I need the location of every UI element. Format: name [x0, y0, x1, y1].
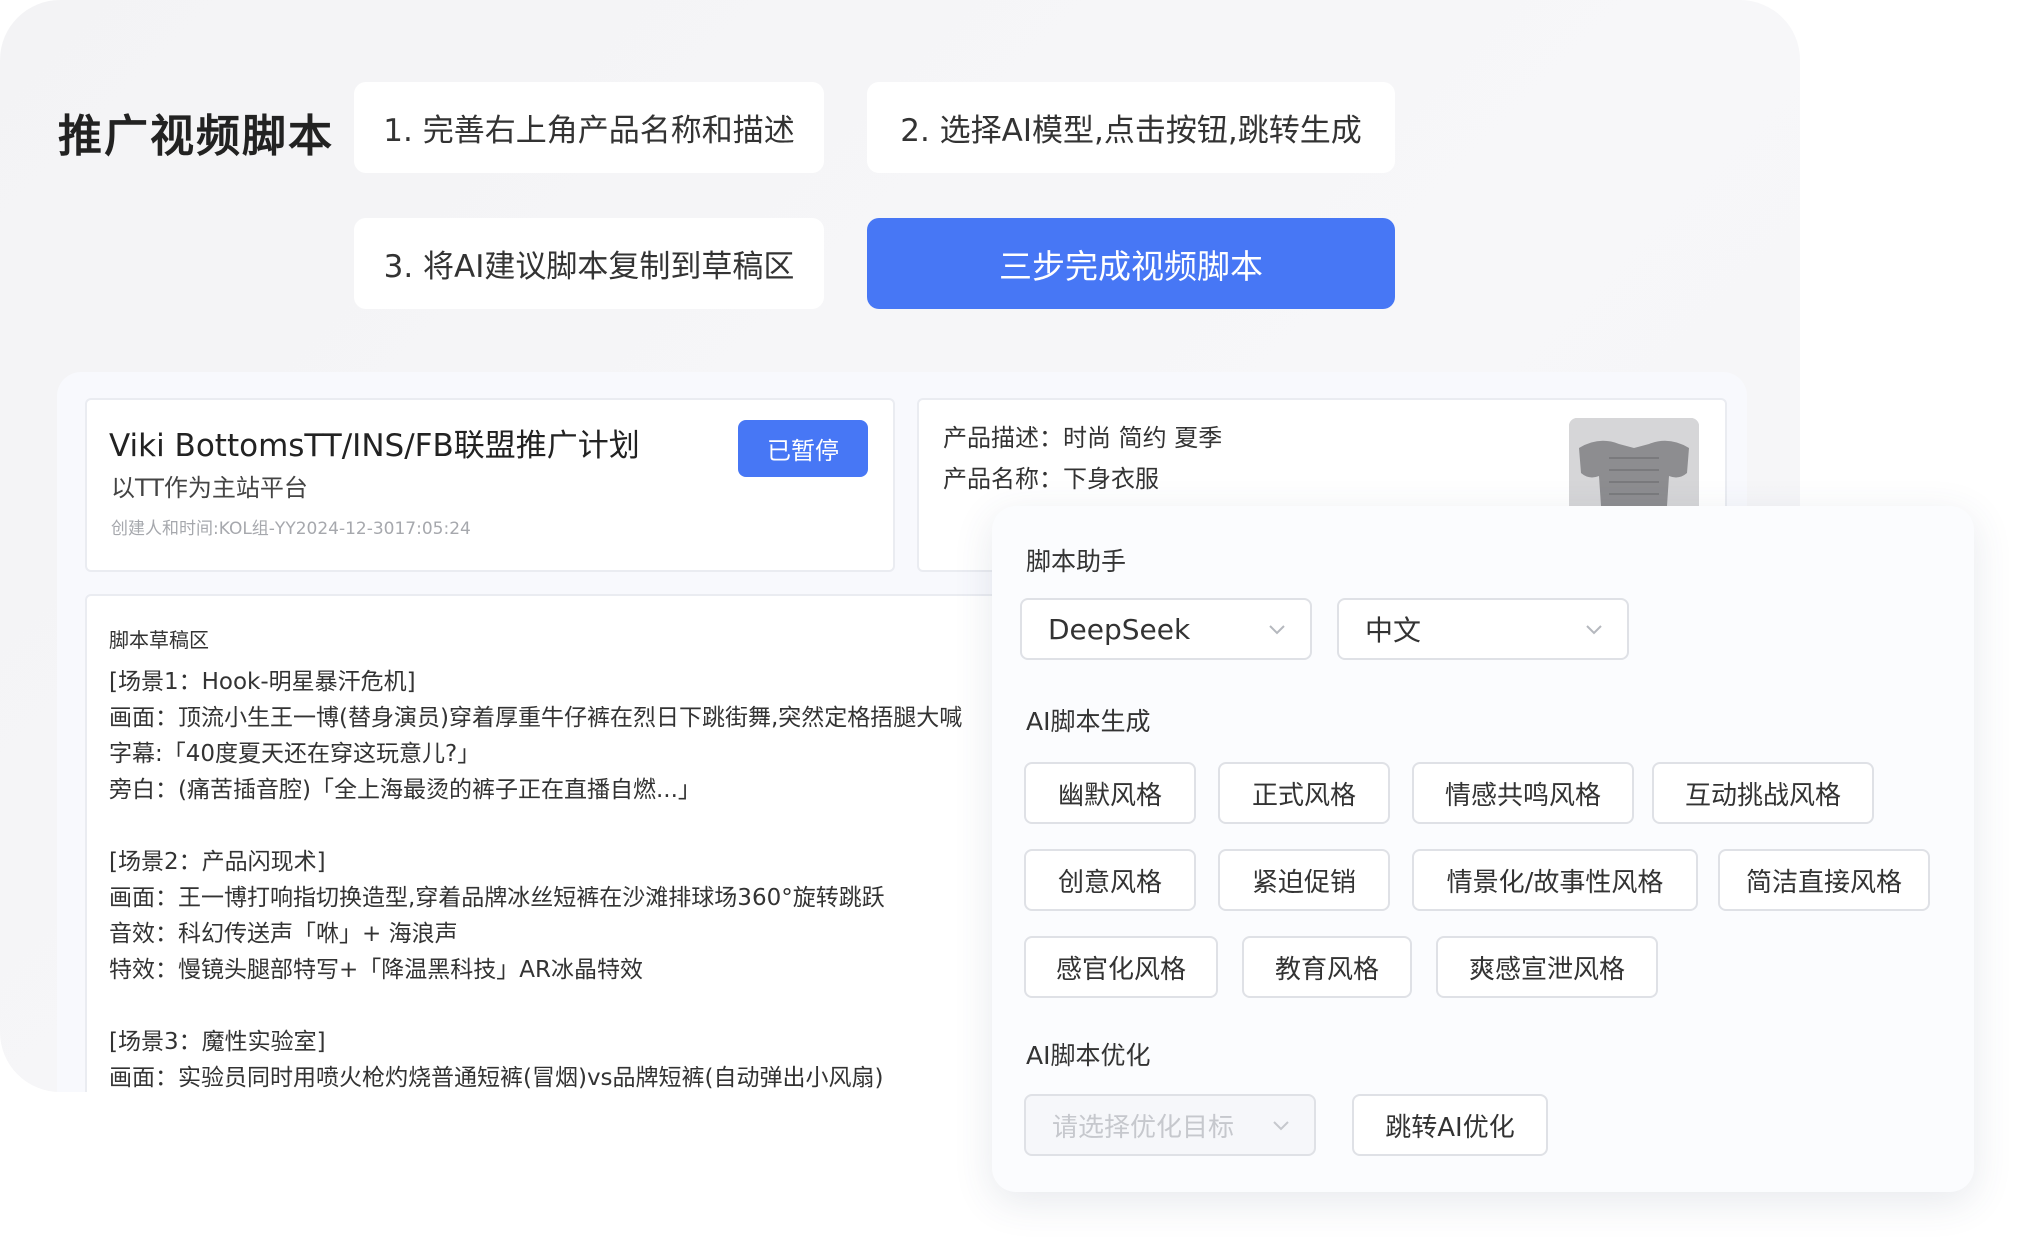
ai-optimize-button[interactable]: 跳转AI优化	[1352, 1094, 1548, 1156]
step-2-card: 2. 选择AI模型,点击按钮,跳转生成	[867, 82, 1395, 173]
style-chip-educational[interactable]: 教育风格	[1242, 936, 1412, 998]
draft-area-label: 脚本草稿区	[109, 628, 209, 652]
style-chip-sensory[interactable]: 感官化风格	[1024, 936, 1218, 998]
step-1-card: 1. 完善右上角产品名称和描述	[354, 82, 824, 173]
style-chip-concise[interactable]: 简洁直接风格	[1718, 849, 1930, 911]
language-select[interactable]: 中文	[1337, 598, 1629, 660]
chevron-down-icon	[1268, 1112, 1294, 1138]
ai-generate-label: AI脚本生成	[1026, 707, 1151, 736]
product-name: 产品名称：下身衣服	[943, 465, 1159, 493]
chevron-down-icon	[1581, 616, 1607, 642]
optimize-target-select[interactable]: 请选择优化目标	[1024, 1094, 1316, 1156]
style-chip-creative[interactable]: 创意风格	[1024, 849, 1196, 911]
chevron-down-icon	[1264, 616, 1290, 642]
plan-title: Viki BottomsTT/INS/FB联盟推广计划	[109, 428, 640, 464]
style-chip-emotional[interactable]: 情感共鸣风格	[1412, 762, 1634, 824]
product-description: 产品描述：时尚 简约 夏季	[943, 424, 1223, 452]
step-3-card: 3. 将AI建议脚本复制到草稿区	[354, 218, 824, 309]
style-chip-urgent-promo[interactable]: 紧迫促销	[1218, 849, 1390, 911]
model-select-value: DeepSeek	[1048, 612, 1191, 646]
optimize-target-placeholder: 请选择优化目标	[1052, 1112, 1235, 1143]
plan-card: Viki BottomsTT/INS/FB联盟推广计划 以TT作为主站平台 创建…	[85, 398, 895, 572]
assistant-title: 脚本助手	[1026, 547, 1127, 576]
ai-optimize-label: AI脚本优化	[1026, 1041, 1151, 1070]
plan-meta: 创建人和时间:KOL组-YY2024-12-3017:05:24	[111, 519, 471, 539]
style-chip-storytelling[interactable]: 情景化/故事性风格	[1412, 849, 1698, 911]
style-chip-cathartic[interactable]: 爽感宣泄风格	[1436, 936, 1658, 998]
page-title: 推广视频脚本	[58, 111, 334, 162]
style-chip-interactive[interactable]: 互动挑战风格	[1652, 762, 1874, 824]
plan-subtitle: 以TT作为主站平台	[111, 474, 308, 502]
language-select-value: 中文	[1365, 614, 1422, 647]
model-select[interactable]: DeepSeek	[1020, 598, 1312, 660]
style-chip-humor[interactable]: 幽默风格	[1024, 762, 1196, 824]
paused-status-button[interactable]: 已暂停	[738, 420, 868, 477]
script-assistant-panel: 脚本助手 DeepSeek 中文 AI脚本生成 幽默风格 正式风格 情感共鸣风格…	[992, 506, 1974, 1192]
style-chip-formal[interactable]: 正式风格	[1218, 762, 1390, 824]
complete-script-button[interactable]: 三步完成视频脚本	[867, 218, 1395, 309]
